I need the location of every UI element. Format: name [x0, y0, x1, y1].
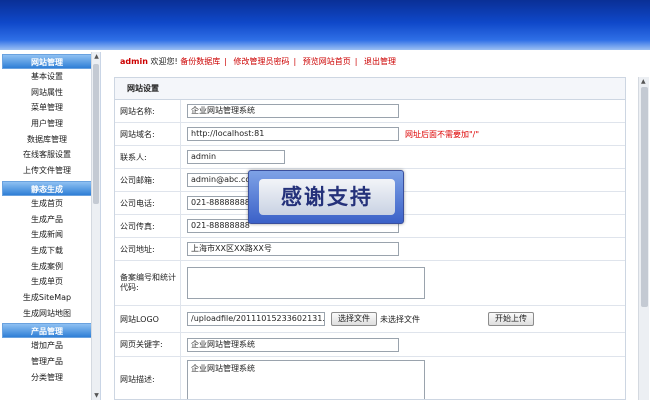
sidebar-item-basic-settings[interactable]: 基本设置: [2, 69, 92, 85]
sidebar-item-gen-pages[interactable]: 生成单页: [2, 274, 92, 290]
fax-label: 公司传真:: [115, 215, 181, 237]
sidebar-group-site[interactable]: 网站管理: [2, 54, 92, 69]
site-domain-hint: 网址后面不需要加"/": [405, 129, 480, 139]
logout-link[interactable]: 退出管理: [364, 57, 396, 66]
email-label: 公司邮箱:: [115, 169, 181, 191]
upload-button[interactable]: 开始上传: [488, 312, 534, 326]
choose-file-button[interactable]: 选择文件: [331, 312, 377, 326]
site-name-row: 网站名称: 企业网站管理系统: [115, 100, 625, 123]
keywords-row: 网页关键字: 企业网站管理系统: [115, 333, 625, 357]
separator: |: [293, 57, 297, 66]
separator: |: [224, 57, 227, 66]
sidebar-group-static[interactable]: 静态生成: [2, 180, 92, 196]
icp-textarea[interactable]: [187, 267, 425, 299]
thanks-popup: 感谢支持: [248, 170, 404, 224]
sidebar-item-gen-downloads[interactable]: 生成下载: [2, 243, 92, 259]
phone-label: 公司电话:: [115, 192, 181, 214]
sidebar-scrollbar[interactable]: ▲ ▼: [91, 52, 100, 400]
header-banner: [0, 0, 650, 50]
settings-panel: 网站设置 网站名称: 企业网站管理系统 网站域名: http://localho…: [114, 77, 626, 400]
sidebar-item-database[interactable]: 数据库管理: [2, 132, 92, 148]
separator: |: [354, 57, 358, 66]
current-user: admin: [120, 57, 148, 66]
sidebar-item-gen-sitemap-page[interactable]: 生成网站地图: [2, 306, 92, 322]
scroll-down-icon[interactable]: ▼: [93, 392, 100, 399]
sidebar-item-gen-cases[interactable]: 生成案例: [2, 259, 92, 275]
contact-input[interactable]: admin: [187, 150, 285, 164]
site-domain-row: 网站域名: http://localhost:81 网址后面不需要加"/": [115, 123, 625, 146]
panel-title: 网站设置: [115, 78, 625, 100]
site-name-label: 网站名称:: [115, 100, 181, 122]
logo-label: 网站LOGO: [115, 306, 181, 332]
site-domain-label: 网站域名:: [115, 123, 181, 145]
scroll-up-icon[interactable]: ▲: [93, 53, 100, 60]
main-scrollbar[interactable]: ▲: [638, 77, 649, 400]
sidebar-item-uploads[interactable]: 上传文件管理: [2, 163, 92, 179]
sidebar-item-gen-news[interactable]: 生成新闻: [2, 227, 92, 243]
scroll-up-icon[interactable]: ▲: [641, 78, 646, 85]
site-domain-input[interactable]: http://localhost:81: [187, 127, 399, 141]
keywords-label: 网页关键字:: [115, 333, 181, 356]
sidebar-group-products[interactable]: 产品管理: [2, 323, 92, 339]
preview-home-link[interactable]: 预览网站首页: [303, 57, 351, 66]
sidebar-item-gen-products[interactable]: 生成产品: [2, 212, 92, 228]
logo-path-input[interactable]: /uploadfile/20111015233602131.jpg: [187, 312, 325, 326]
main-scroll-thumb[interactable]: [641, 87, 648, 307]
sidebar-item-gen-sitemap[interactable]: 生成SiteMap: [2, 290, 92, 306]
change-password-link[interactable]: 修改管理员密码: [233, 57, 289, 66]
description-label: 网站描述:: [115, 357, 181, 399]
description-textarea[interactable]: 企业网站管理系统: [187, 360, 425, 399]
sidebar-item-online-service[interactable]: 在线客服设置: [2, 147, 92, 163]
no-file-text: 未选择文件: [380, 314, 420, 324]
backup-db-link[interactable]: 备份数据库: [180, 57, 220, 66]
thanks-text: 感谢支持: [259, 179, 395, 215]
site-name-input[interactable]: 企业网站管理系统: [187, 104, 399, 118]
sidebar: 网站管理 基本设置 网站属性 菜单管理 用户管理 数据库管理 在线客服设置 上传…: [0, 52, 101, 400]
description-row: 网站描述: 企业网站管理系统: [115, 357, 625, 399]
address-label: 公司地址:: [115, 238, 181, 260]
address-row: 公司地址: 上海市XX区XX路XX号: [115, 238, 625, 261]
sidebar-item-site-attributes[interactable]: 网站属性: [2, 85, 92, 101]
icp-row: 备案编号和统计代码:: [115, 261, 625, 306]
top-links-bar: admin 欢迎您! 备份数据库 | 修改管理员密码 | 预览网站首页 | 退出管理: [120, 55, 640, 69]
welcome-text: 欢迎您!: [150, 57, 178, 66]
sidebar-item-categories[interactable]: 分类管理: [2, 370, 92, 386]
sidebar-item-menu[interactable]: 菜单管理: [2, 100, 92, 116]
sidebar-scroll-thumb[interactable]: [93, 64, 99, 204]
icp-label: 备案编号和统计代码:: [115, 261, 181, 305]
contact-row: 联系人: admin: [115, 146, 625, 169]
sidebar-item-manage-products[interactable]: 管理产品: [2, 354, 92, 370]
sidebar-item-users[interactable]: 用户管理: [2, 116, 92, 132]
logo-row: 网站LOGO /uploadfile/20111015233602131.jpg…: [115, 306, 625, 333]
address-input[interactable]: 上海市XX区XX路XX号: [187, 242, 399, 256]
contact-label: 联系人:: [115, 146, 181, 168]
sidebar-item-add-product[interactable]: 增加产品: [2, 338, 92, 354]
sidebar-item-gen-home[interactable]: 生成首页: [2, 196, 92, 212]
keywords-input[interactable]: 企业网站管理系统: [187, 337, 399, 352]
